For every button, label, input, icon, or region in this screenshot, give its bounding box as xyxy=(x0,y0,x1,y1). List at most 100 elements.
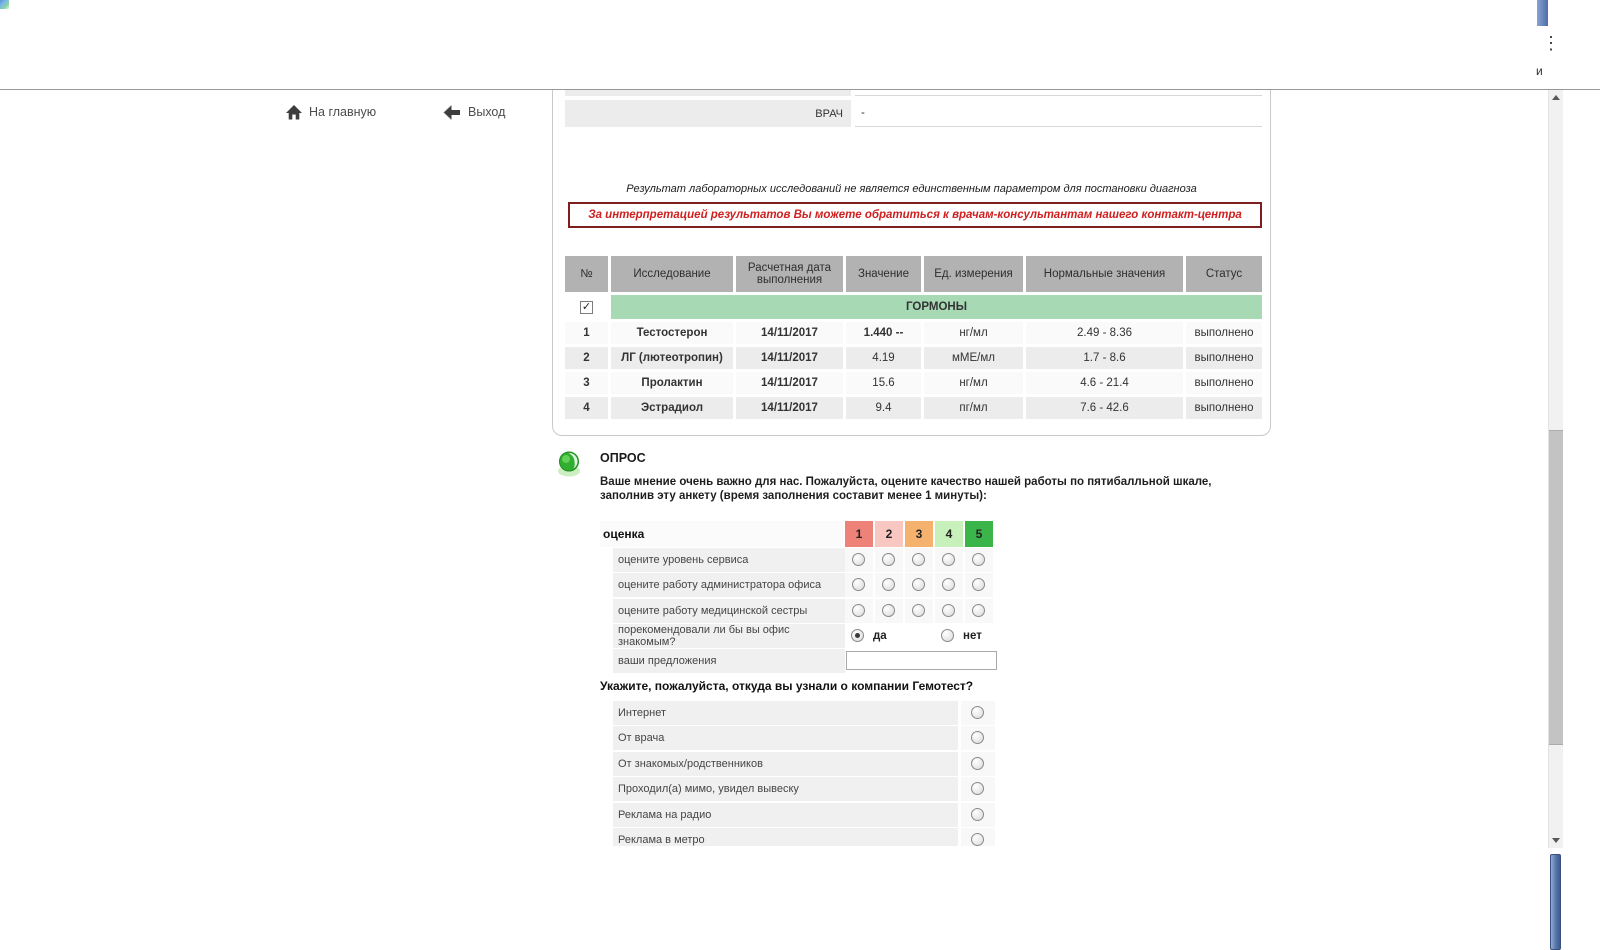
scale-cell-2: 2 xyxy=(875,521,903,547)
survey-title: ОПРОС xyxy=(600,451,646,465)
rating-row-nurse: оцените работу медицинской сестры xyxy=(600,599,998,623)
scale-label: оценка xyxy=(600,521,843,547)
cell-status: выполнено xyxy=(1186,372,1262,394)
kebab-menu-icon[interactable]: ⋮ xyxy=(1542,33,1560,54)
source-option-label: Реклама на радио xyxy=(613,803,958,827)
col-header-date: Расчетная дата выполнения xyxy=(736,256,843,292)
rating-radio[interactable] xyxy=(912,553,925,566)
group-checkbox[interactable] xyxy=(580,301,593,314)
scrollbar-up-button[interactable] xyxy=(1549,90,1563,105)
rating-radio[interactable] xyxy=(882,604,895,617)
doctor-value: - xyxy=(855,100,1262,127)
window-fragment xyxy=(1537,0,1548,26)
col-header-unit: Ед. измерения xyxy=(924,256,1023,292)
source-option-row: Реклама на радио xyxy=(600,803,998,827)
rating-radio[interactable] xyxy=(852,553,865,566)
scrollbar-down-button[interactable] xyxy=(1549,833,1563,848)
source-option-row: От знакомых/родственников xyxy=(600,752,998,776)
col-header-num: № xyxy=(565,256,608,292)
cell-num: 2 xyxy=(565,347,608,369)
source-option-label: От врача xyxy=(613,726,958,750)
recommend-no-radio[interactable] xyxy=(941,629,954,642)
rating-radio[interactable] xyxy=(942,604,955,617)
source-option-radio[interactable] xyxy=(971,782,984,795)
source-option-radio[interactable] xyxy=(971,833,984,846)
rating-scale-header: оценка 1 2 3 4 5 xyxy=(600,521,998,547)
cell-test: Пролактин xyxy=(611,372,733,394)
rating-radio[interactable] xyxy=(942,578,955,591)
cell-unit: нг/мл xyxy=(924,322,1023,344)
recommend-yes-label: да xyxy=(873,624,887,648)
vertical-scrollbar[interactable] xyxy=(1548,90,1563,848)
scale-cell-4: 4 xyxy=(935,521,963,547)
cell-test: Тестостерон xyxy=(611,322,733,344)
cell-status: выполнено xyxy=(1186,397,1262,419)
recommend-label: порекомендовали ли бы вы офис знакомым? xyxy=(613,624,845,648)
cell-date: 14/11/2017 xyxy=(736,347,843,369)
rating-radio[interactable] xyxy=(942,553,955,566)
source-option-label: От знакомых/родственников xyxy=(613,752,958,776)
page: № ИСТОРИИ БОЛЕЗНИ ВРАЧ - Результат лабор… xyxy=(0,0,1600,950)
window-edge-blue-bar xyxy=(1550,854,1561,950)
nav-logout-label: Выход xyxy=(468,105,505,119)
source-option-row: Проходил(а) мимо, увидел вывеску xyxy=(600,777,998,801)
source-option-radio[interactable] xyxy=(971,808,984,821)
source-option-row: Интернет xyxy=(600,701,998,725)
cell-num: 3 xyxy=(565,372,608,394)
cell-unit: мМЕ/мл xyxy=(924,347,1023,369)
rating-radio[interactable] xyxy=(972,553,985,566)
rating-radio[interactable] xyxy=(912,578,925,591)
cell-date: 14/11/2017 xyxy=(736,397,843,419)
window-chrome-band: ⋮ и xyxy=(0,0,1600,90)
group-title: ГОРМОНЫ xyxy=(611,295,1262,319)
source-option-radio[interactable] xyxy=(971,731,984,744)
results-header-row: № Исследование Расчетная дата выполнения… xyxy=(565,256,1262,292)
rating-row-service: оцените уровень сервиса xyxy=(600,548,998,572)
cell-num: 4 xyxy=(565,397,608,419)
results-panel: № ИСТОРИИ БОЛЕЗНИ ВРАЧ - Результат лабор… xyxy=(552,30,1271,436)
scale-cell-3: 3 xyxy=(905,521,933,547)
col-header-value: Значение xyxy=(846,256,921,292)
source-option-row: От врача xyxy=(600,726,998,750)
table-row: 3 Пролактин 14/11/2017 15.6 нг/мл 4.6 - … xyxy=(565,372,1262,394)
table-row: 2 ЛГ (лютеотропин) 14/11/2017 4.19 мМЕ/м… xyxy=(565,347,1262,369)
patient-info-row: ВРАЧ - xyxy=(565,100,1262,127)
rating-radio[interactable] xyxy=(912,604,925,617)
group-row: ГОРМОНЫ xyxy=(565,295,1262,319)
suggestions-input[interactable] xyxy=(846,651,997,670)
nav-logout-link[interactable]: Выход xyxy=(443,103,505,121)
scale-cell-1: 1 xyxy=(845,521,873,547)
source-option-radio[interactable] xyxy=(971,706,984,719)
overflow-text: и xyxy=(1536,64,1543,78)
col-header-status: Статус xyxy=(1186,256,1262,292)
source-option-radio[interactable] xyxy=(971,757,984,770)
scrollbar-thumb[interactable] xyxy=(1549,430,1563,745)
suggestions-row: ваши предложения xyxy=(600,649,998,673)
col-header-normal: Нормальные значения xyxy=(1026,256,1183,292)
home-icon xyxy=(286,105,302,120)
cell-unit: пг/мл xyxy=(924,397,1023,419)
suggestions-label: ваши предложения xyxy=(613,649,845,673)
arrow-down-icon xyxy=(1552,838,1560,843)
recommend-no-label: нет xyxy=(963,624,982,648)
rating-radio[interactable] xyxy=(972,578,985,591)
interpretation-warning: За интерпретацией результатов Вы можете … xyxy=(568,202,1262,228)
rating-radio[interactable] xyxy=(852,578,865,591)
rating-radio[interactable] xyxy=(972,604,985,617)
cell-test: Эстрадиол xyxy=(611,397,733,419)
arrow-up-icon xyxy=(1552,95,1560,100)
rating-radio[interactable] xyxy=(882,578,895,591)
results-table: № Исследование Расчетная дата выполнения… xyxy=(562,253,1265,422)
rating-row-label: оцените уровень сервиса xyxy=(613,548,845,572)
nav-home-link[interactable]: На главную xyxy=(286,103,376,121)
cell-normal: 4.6 - 21.4 xyxy=(1026,372,1183,394)
doctor-label: ВРАЧ xyxy=(565,100,851,127)
rating-radio[interactable] xyxy=(882,553,895,566)
cell-value: 9.4 xyxy=(846,397,921,419)
cell-status: выполнено xyxy=(1186,347,1262,369)
table-row: 4 Эстрадиол 14/11/2017 9.4 пг/мл 7.6 - 4… xyxy=(565,397,1262,419)
rating-radio[interactable] xyxy=(852,604,865,617)
corner-pixel-artifact xyxy=(0,0,9,9)
cell-unit: нг/мл xyxy=(924,372,1023,394)
recommend-yes-radio[interactable] xyxy=(851,629,864,642)
